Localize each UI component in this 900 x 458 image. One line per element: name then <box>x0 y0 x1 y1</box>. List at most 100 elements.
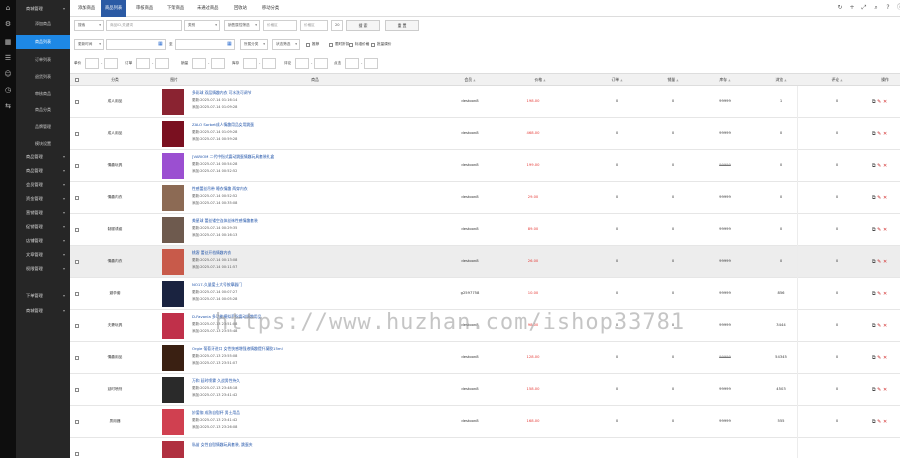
delete-icon[interactable]: ✕ <box>883 387 887 393</box>
range-max-input[interactable] <box>364 58 378 69</box>
copy-icon[interactable]: ⧉ <box>872 99 876 105</box>
product-title-link[interactable]: Orgie 葡萄牙进口 女性快感增强液情趣提升凝胶15ml <box>192 346 283 352</box>
sidebar-subitem[interactable]: 商品列表 <box>16 35 70 49</box>
grid-icon[interactable]: ▦ <box>4 38 12 46</box>
tab-item[interactable]: 商品列表 <box>101 0 127 17</box>
range-min-input[interactable] <box>85 58 99 69</box>
product-thumbnail[interactable] <box>162 249 184 275</box>
home-icon[interactable]: ⌂ <box>4 4 12 12</box>
product-title-link[interactable]: 性感蕾丝吊带 睡衣情趣 两穿内衣 <box>192 186 248 192</box>
edit-icon[interactable]: ✎ <box>877 355 881 361</box>
range-max-input[interactable] <box>155 58 169 69</box>
row-member[interactable]: destoon8 <box>450 355 490 359</box>
edit-icon[interactable]: ✎ <box>877 291 881 297</box>
tab-item[interactable]: 添加商品 <box>74 0 99 17</box>
user-icon[interactable]: ☺ <box>4 70 12 78</box>
sidebar-group-item[interactable]: 商品管理 ▾ <box>16 150 70 164</box>
range-min-input[interactable] <box>295 58 309 69</box>
sidebar-group-item[interactable]: 促销管理 ▾ <box>16 220 70 234</box>
product-thumbnail[interactable] <box>162 153 184 179</box>
table-row[interactable]: 避孕套 NO17-久量爱土大号按摩器门 更新:2025-07-14 00:07:27… <box>70 278 900 310</box>
copy-icon[interactable]: ⧉ <box>872 195 876 201</box>
tab-item[interactable]: 未通过商品 <box>193 0 222 17</box>
product-title-link[interactable]: 多彩球 双层情趣内衣 可水洗可调节 <box>192 90 251 96</box>
copy-icon[interactable]: ⧉ <box>872 387 876 393</box>
refresh-icon[interactable]: ↻ <box>836 4 844 12</box>
row-member[interactable]: destoon8 <box>450 163 490 167</box>
sale-attr-select[interactable]: 销售属性筛选 ▾ <box>224 20 260 31</box>
calendar-icon[interactable]: ▦ <box>158 39 163 50</box>
table-row[interactable]: 情趣内衣 桃客 蕾丝开档情趣内衣 更新:2025-07-14 00:13:08 添加:… <box>70 246 900 278</box>
column-header[interactable]: 商品 <box>270 74 360 86</box>
row-member[interactable]: destoon8 <box>450 131 490 135</box>
row-checkbox[interactable] <box>75 420 79 424</box>
row-checkbox[interactable] <box>75 132 79 136</box>
keyword-input[interactable]: 商品ID,关键词 <box>106 20 182 31</box>
column-header[interactable]: 操作 <box>870 74 900 86</box>
product-title-link[interactable]: 美星球 蕾丝镂空连体丝袜性感情趣套装 <box>192 218 258 224</box>
sidebar-subitem[interactable]: 订单列表 <box>16 53 70 67</box>
category-filter-select[interactable]: 所属分类 ▾ <box>240 39 268 50</box>
row-checkbox[interactable] <box>75 196 79 200</box>
info-icon[interactable]: ⓘ <box>896 4 900 12</box>
edit-icon[interactable]: ✎ <box>877 99 881 105</box>
row-member[interactable]: destoon8 <box>450 99 490 103</box>
chart-icon[interactable]: ◷ <box>4 86 12 94</box>
product-thumbnail[interactable] <box>162 281 184 307</box>
delete-icon[interactable]: ✕ <box>883 355 887 361</box>
date-from-input[interactable] <box>106 39 166 50</box>
table-row[interactable]: 男用器 妙爱咖 成熟自慰杯 男士用品 更新:2025-07-13 23:41:42 添… <box>70 406 900 438</box>
row-checkbox[interactable] <box>75 228 79 232</box>
delete-icon[interactable]: ✕ <box>883 291 887 297</box>
delete-icon[interactable]: ✕ <box>883 163 887 169</box>
product-thumbnail[interactable] <box>162 345 184 371</box>
edit-icon[interactable]: ✎ <box>877 323 881 329</box>
table-row[interactable]: 制服诱惑 美星球 蕾丝镂空连体丝袜性感情趣套装 更新:2025-07-14 00:2… <box>70 214 900 246</box>
help-icon[interactable]: ? <box>884 4 892 12</box>
range-max-input[interactable] <box>262 58 276 69</box>
column-header[interactable]: 销量 ▲ <box>658 74 688 86</box>
table-row[interactable]: 情趣玩具 [VARIOM 二代中指式震动跳蛋情趣玩具套装礼盒 更新:2025-07-… <box>70 150 900 182</box>
product-title-link[interactable]: NO17-久量爱土大号按摩器门 <box>192 282 242 288</box>
row-member[interactable]: destoon8 <box>450 195 490 199</box>
tab-item[interactable]: 移动分类 <box>258 0 283 17</box>
column-header[interactable]: 评论 ▲ <box>822 74 852 86</box>
select-all-checkbox[interactable] <box>75 78 79 82</box>
status-filter-select[interactable]: 状态筛选 ▾ <box>272 39 300 50</box>
product-thumbnail[interactable] <box>162 441 184 458</box>
row-checkbox[interactable] <box>75 100 79 104</box>
copy-icon[interactable]: ⧉ <box>872 163 876 169</box>
edit-icon[interactable]: ✎ <box>877 131 881 137</box>
edit-icon[interactable]: ✎ <box>877 195 881 201</box>
sidebar-subitem[interactable]: 审核商品 <box>16 87 70 101</box>
search-icon[interactable]: ⌕ <box>872 4 880 12</box>
sidebar-group-item[interactable]: 下单管理 ▾ <box>16 289 70 303</box>
sidebar-group-item[interactable]: 商城管理 ▾ <box>16 304 70 318</box>
row-checkbox[interactable] <box>75 324 79 328</box>
delete-icon[interactable]: ✕ <box>883 99 887 105</box>
sidebar-subitem[interactable]: 退货列表 <box>16 70 70 84</box>
copy-icon[interactable]: ⧉ <box>872 131 876 137</box>
range-max-input[interactable] <box>314 58 328 69</box>
table-row[interactable]: 成人用品 多彩球 双层情趣内衣 可水洗可调节 更新:2025-07-14 01:16… <box>70 86 900 118</box>
delete-icon[interactable]: ✕ <box>883 227 887 233</box>
sidebar-subitem[interactable]: 品牌管理 <box>16 120 70 134</box>
sidebar-group-item[interactable]: 资金管理 ▾ <box>16 192 70 206</box>
price-max-input[interactable]: 价格区 <box>300 20 328 31</box>
date-type-select[interactable]: 更新时间 ▾ <box>74 39 104 50</box>
product-thumbnail[interactable] <box>162 377 184 403</box>
product-title-link[interactable]: 私苗 女性自慰情趣玩具套装, 跳蛋夹 <box>192 442 253 448</box>
product-title-link[interactable]: 妙爱咖 成熟自慰杯 男士用品 <box>192 410 240 416</box>
column-header[interactable]: 图片 <box>158 74 190 86</box>
copy-icon[interactable]: ⧉ <box>872 291 876 297</box>
row-member[interactable]: destoon8 <box>450 259 490 263</box>
product-title-link[interactable]: ZALO Sorbet成人情趣用品女用跳蛋 <box>192 122 254 128</box>
row-checkbox[interactable] <box>75 452 79 456</box>
sidebar-group-item[interactable]: 营销管理 ▾ <box>16 206 70 220</box>
plus-icon[interactable]: + <box>848 4 856 12</box>
filter-checkbox[interactable] <box>349 43 353 47</box>
edit-icon[interactable]: ✎ <box>877 387 881 393</box>
row-checkbox[interactable] <box>75 164 79 168</box>
column-header[interactable]: 会员 ▲ <box>450 74 490 86</box>
row-checkbox[interactable] <box>75 260 79 264</box>
